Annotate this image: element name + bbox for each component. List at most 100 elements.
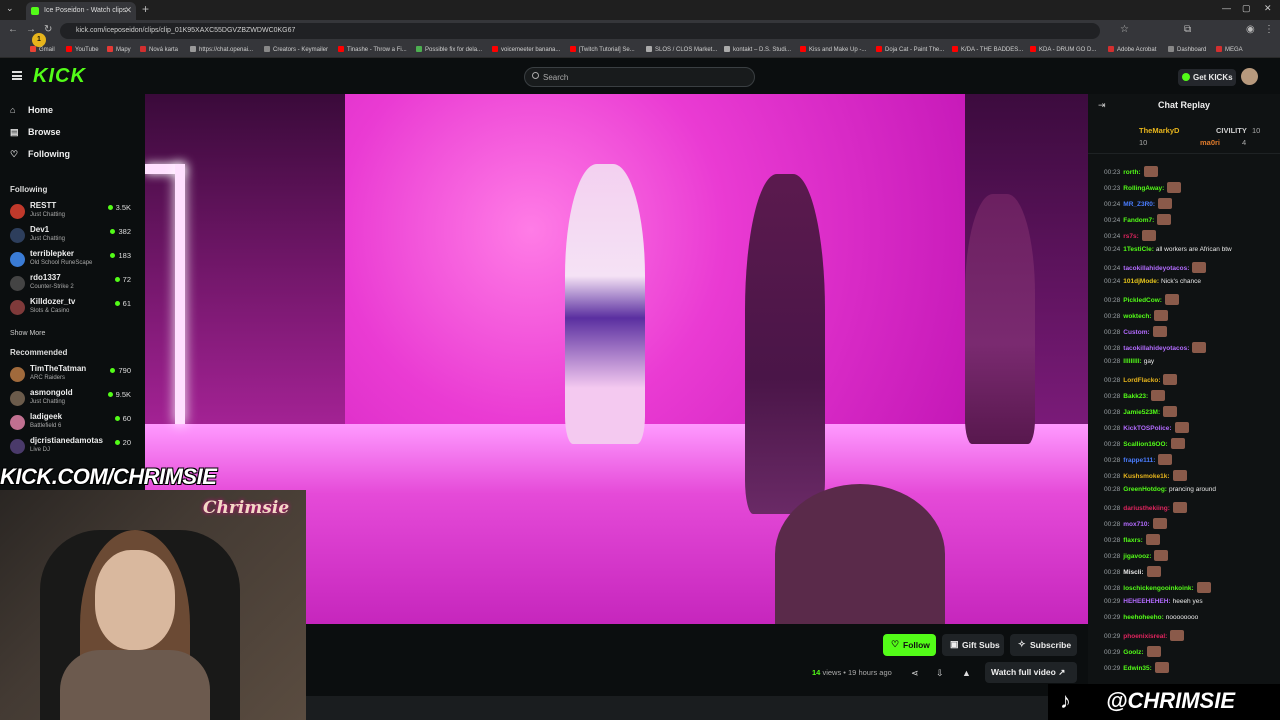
recommended-channel[interactable]: djcristianedamotas Live DJ 20 xyxy=(10,436,135,460)
new-tab-icon[interactable]: + xyxy=(142,2,149,16)
chat-message: 00:28 LordFlacko: xyxy=(1104,374,1178,386)
chat-username[interactable]: rs7s: xyxy=(1123,233,1139,240)
bookmark-item[interactable]: Nová karta xyxy=(140,46,178,53)
chat-username[interactable]: 1TestiCle: xyxy=(1123,246,1154,253)
maximize-icon[interactable]: ▢ xyxy=(1242,3,1251,14)
gift-subs-button[interactable]: ▣ Gift Subs xyxy=(942,634,1004,656)
following-channel[interactable]: Dev1 Just Chatting 382 xyxy=(10,225,135,249)
chat-message: 00:29 phoenixisreal: xyxy=(1104,630,1185,642)
report-icon[interactable]: ▲ xyxy=(962,668,971,678)
recommended-channel[interactable]: asmongold Just Chatting 9.5K xyxy=(10,388,135,412)
menu-dots-icon[interactable]: ⋮ xyxy=(1264,24,1274,35)
bookmark-item[interactable]: Gmail xyxy=(30,46,55,53)
bookmark-item[interactable]: Adobe Acrobat xyxy=(1108,46,1156,53)
url-field[interactable]: kick.com/iceposeidon/clips/clip_01K95XAX… xyxy=(60,23,1100,39)
chat-username[interactable]: tacokillahideyotacos: xyxy=(1123,345,1189,352)
chat-username[interactable]: MR_Z3R0: xyxy=(1123,201,1155,208)
watch-full-label: Watch full video xyxy=(991,667,1056,677)
bookmark-item[interactable]: YouTube xyxy=(66,46,99,53)
leaderboard-count: 4 xyxy=(1242,138,1247,147)
reload-icon[interactable]: ↻ xyxy=(44,24,52,35)
bookmark-item[interactable]: Kiss and Make Up -... xyxy=(800,46,866,53)
extensions-icon[interactable]: ⧉ xyxy=(1184,24,1191,35)
bookmark-item[interactable]: KDA - DRUM GO D... xyxy=(1030,46,1096,53)
chat-username[interactable]: jigavooz: xyxy=(1123,553,1151,560)
chat-username[interactable]: rorth: xyxy=(1123,169,1140,176)
chat-username[interactable]: Edwin35: xyxy=(1123,665,1152,672)
chat-username[interactable]: mox710: xyxy=(1123,521,1149,528)
bookmark-item[interactable]: Mapy xyxy=(107,46,131,53)
recommended-channel[interactable]: TimTheTatman ARC Raiders 790 xyxy=(10,364,135,388)
bookmark-item[interactable]: K/DA - THE BADDES... xyxy=(952,46,1023,53)
chat-username[interactable]: Fandom7: xyxy=(1123,217,1154,224)
nav-following[interactable]: ♡ Following xyxy=(10,149,70,160)
chat-username[interactable]: flaxrs: xyxy=(1123,537,1143,544)
window-close-icon[interactable]: ✕ xyxy=(1264,3,1272,14)
profile-icon[interactable]: ◉ xyxy=(1246,24,1255,35)
bookmark-item[interactable]: Dashboard xyxy=(1168,46,1206,53)
leaderboard-user[interactable]: CIVILITY xyxy=(1216,126,1247,135)
following-channel[interactable]: Killdozer_tv Slots & Casino 61 xyxy=(10,297,135,321)
bookmark-item[interactable]: Tinashe - Throw a Fi... xyxy=(338,46,407,53)
bookmark-item[interactable]: SLOS / CLOS Market... xyxy=(646,46,717,53)
subscribe-button[interactable]: ✧ Subscribe xyxy=(1010,634,1077,656)
watch-full-video-button[interactable]: Watch full video ↗ xyxy=(985,662,1077,683)
chat-message: 00:29 Edwin35: xyxy=(1104,662,1169,674)
bookmark-item[interactable]: Creators - Keymailer xyxy=(264,46,328,53)
tab-close-icon[interactable]: ✕ xyxy=(124,5,132,16)
chat-username[interactable]: LordFlacko: xyxy=(1123,377,1160,384)
bookmark-star-icon[interactable]: ☆ xyxy=(1120,24,1129,35)
chat-username[interactable]: KickTOSPolice: xyxy=(1123,425,1171,432)
user-avatar[interactable] xyxy=(1241,68,1258,85)
chat-username[interactable]: Kushsmoke1k: xyxy=(1123,473,1169,480)
chat-username[interactable]: Jamie523M: xyxy=(1123,409,1160,416)
chat-username[interactable]: lllllllll: xyxy=(1123,358,1141,365)
bookmark-item[interactable]: voicemeeter banana... xyxy=(492,46,560,53)
tab-list-icon[interactable]: ⌄ xyxy=(6,3,14,14)
minimize-icon[interactable]: — xyxy=(1222,3,1231,13)
chat-username[interactable]: Miscli: xyxy=(1123,569,1143,576)
leaderboard-user[interactable]: TheMarkyD xyxy=(1139,126,1179,135)
share-icon[interactable]: ⋖ xyxy=(911,668,919,679)
chat-username[interactable]: heehoheeho: xyxy=(1123,614,1163,621)
recommended-channel[interactable]: ladigeek Battlefield 6 60 xyxy=(10,412,135,436)
bookmark-item[interactable]: kontakt – D.S. Studi... xyxy=(724,46,791,53)
following-channel[interactable]: RESTT Just Chatting 3.5K xyxy=(10,201,135,225)
get-kicks-button[interactable]: Get KICKs xyxy=(1178,69,1236,86)
following-channel[interactable]: rdo1337 Counter-Strike 2 72 xyxy=(10,273,135,297)
chat-username[interactable]: 101djMode: xyxy=(1123,278,1159,285)
nav-home[interactable]: ⌂ Home xyxy=(10,105,53,115)
bookmark-item[interactable]: Doja Cat - Paint The... xyxy=(876,46,944,53)
back-icon[interactable]: ← xyxy=(8,24,18,35)
chat-username[interactable]: PickledCow: xyxy=(1123,297,1162,304)
chat-username[interactable]: tacokillahideyotacos: xyxy=(1123,265,1189,272)
chat-username[interactable]: woktech: xyxy=(1123,313,1151,320)
kick-logo[interactable]: KICK xyxy=(33,65,86,88)
bookmark-item[interactable]: https://chat.openai... xyxy=(190,46,253,53)
browser-tab[interactable]: Ice Poseidon - Watch clips ✕ xyxy=(26,2,136,20)
leaderboard-user[interactable]: ma0ri xyxy=(1200,138,1220,147)
chat-message: 00:28 GreenHotdog: prancing around xyxy=(1104,486,1216,498)
chat-username[interactable]: Bakk23: xyxy=(1123,393,1148,400)
chat-username[interactable]: phoenixisreal: xyxy=(1123,633,1167,640)
following-channel[interactable]: terriblepker Old School RuneScape 183 xyxy=(10,249,135,273)
chat-username[interactable]: HEHEEHEHEH: xyxy=(1123,598,1170,605)
download-icon[interactable]: ⇩ xyxy=(936,668,944,679)
hamburger-menu-icon[interactable] xyxy=(12,71,22,80)
leaderboard-count: 10 xyxy=(1252,126,1261,135)
show-more-link[interactable]: Show More xyxy=(10,330,45,337)
chat-username[interactable]: GreenHotdog: xyxy=(1123,486,1167,493)
bookmark-item[interactable]: [Twitch Tutorial] Se... xyxy=(570,46,635,53)
chat-username[interactable]: dariusthekiing: xyxy=(1123,505,1170,512)
chat-username[interactable]: Goolz: xyxy=(1123,649,1143,656)
chat-username[interactable]: Custom: xyxy=(1123,329,1149,336)
chat-username[interactable]: frappe111: xyxy=(1123,457,1155,464)
chat-username[interactable]: loschickengooinkoink: xyxy=(1123,585,1193,592)
bookmark-item[interactable]: Possible fix for dela... xyxy=(416,46,482,53)
follow-button[interactable]: ♡ Follow xyxy=(883,634,936,656)
search-input[interactable]: Search xyxy=(524,67,755,87)
chat-username[interactable]: RollingAway: xyxy=(1123,185,1164,192)
nav-browse[interactable]: ▤ Browse xyxy=(10,127,61,138)
chat-username[interactable]: Scallion16OO: xyxy=(1123,441,1167,448)
bookmark-item[interactable]: MEGA xyxy=(1216,46,1243,53)
